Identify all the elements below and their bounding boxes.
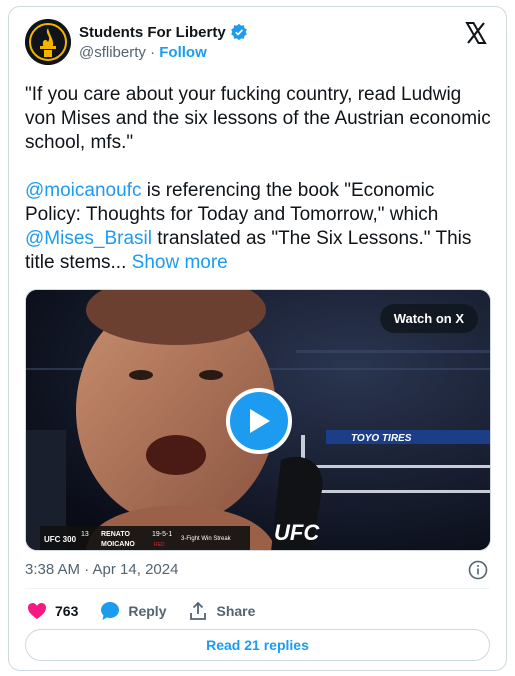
win-streak: 3-Fight Win Streak (181, 536, 232, 542)
x-logo-icon[interactable] (464, 21, 488, 45)
video-player[interactable]: TOYO TIRES UFC UFC 300 13 RENATO MOICANO… (25, 289, 491, 551)
author-handle[interactable]: @sfliberty (79, 44, 146, 61)
share-label: Share (216, 603, 256, 619)
play-icon (250, 409, 270, 433)
fighter-last-name: MOICANO (101, 541, 135, 548)
brand-overlay: UFC (274, 520, 320, 545)
info-icon[interactable] (468, 560, 488, 580)
handle-separator: · (150, 44, 156, 61)
share-icon (190, 601, 207, 620)
like-count: 763 (55, 603, 79, 619)
divider (25, 588, 490, 589)
banner-text: TOYO TIRES (351, 433, 412, 444)
mention-moicanoufc[interactable]: @moicanoufc (25, 180, 141, 201)
show-more-link[interactable]: Show more (132, 252, 228, 273)
tweet-header: Students For Liberty @sfliberty · Follow (25, 19, 490, 69)
avatar[interactable] (25, 19, 71, 65)
share-button[interactable]: Share (188, 601, 255, 621)
tweet-timestamp[interactable]: 3:38 AM · Apr 14, 2024 (25, 561, 178, 578)
author-block: Students For Liberty @sfliberty · Follow (79, 23, 248, 61)
reply-label: Reply (128, 603, 167, 619)
verified-badge-icon (230, 23, 247, 41)
fighter-rank: 13 (81, 531, 89, 538)
fighter-corner: RED (154, 542, 165, 548)
read-replies-button[interactable]: Read 21 replies (25, 629, 490, 661)
fighter-first-name: RENATO (101, 531, 130, 538)
play-button[interactable] (226, 388, 292, 454)
torch-logo-icon (25, 19, 71, 65)
tweet-text: "If you care about your fucking country,… (25, 83, 495, 299)
action-bar: 763 Reply Share (27, 599, 255, 623)
tweet-body: @moicanoufc is referencing the book "Eco… (25, 179, 495, 275)
watch-on-x-button[interactable]: Watch on X (379, 304, 478, 333)
author-name[interactable]: Students For Liberty (79, 24, 226, 41)
mention-mises-brasil[interactable]: @Mises_Brasil (25, 228, 152, 249)
fighter-record: 19-5-1 (152, 531, 172, 538)
event-label: UFC 300 (44, 535, 77, 544)
heart-icon (28, 603, 46, 619)
tweet-quote: "If you care about your fucking country,… (25, 84, 491, 153)
reply-bubble-icon (101, 602, 120, 620)
like-button[interactable]: 763 (27, 602, 78, 620)
reply-button[interactable]: Reply (100, 601, 166, 621)
follow-button[interactable]: Follow (159, 44, 207, 61)
tweet-card: Students For Liberty @sfliberty · Follow… (8, 6, 507, 671)
